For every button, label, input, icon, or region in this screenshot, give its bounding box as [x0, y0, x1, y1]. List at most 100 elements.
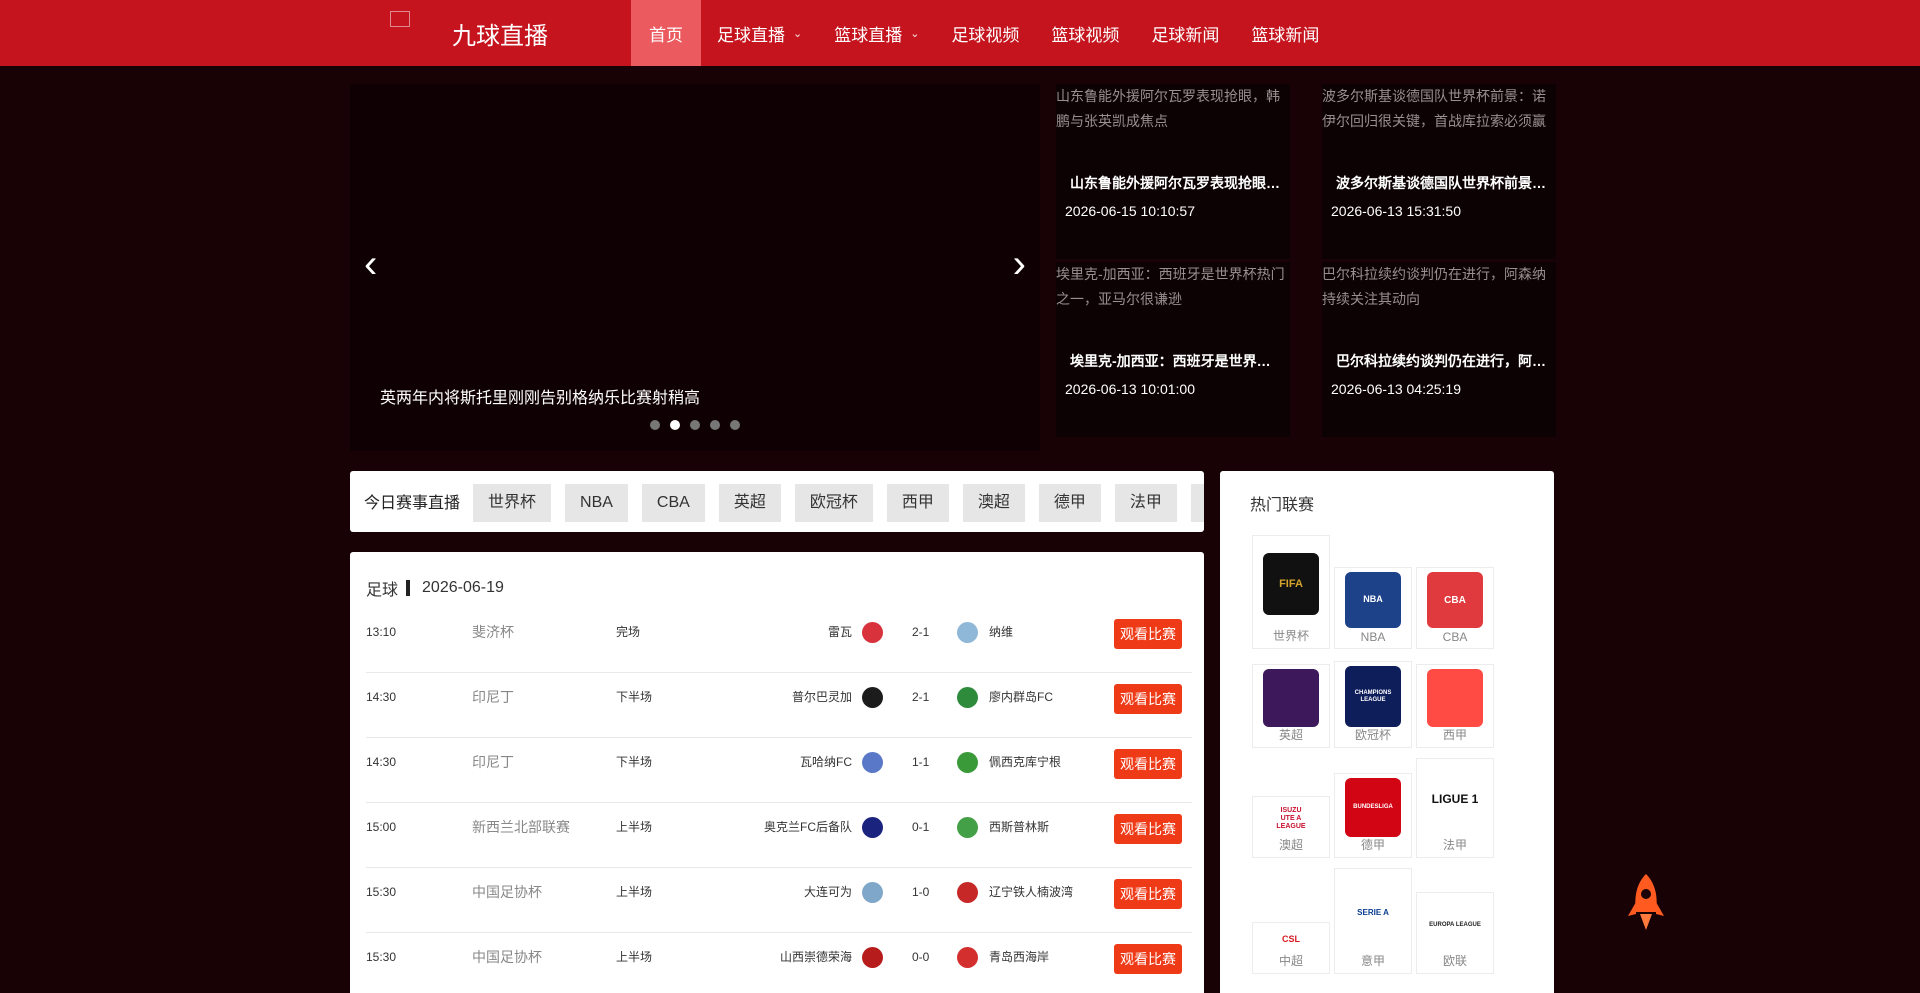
serie-a-logo: SERIE A: [1335, 873, 1411, 953]
league-chip[interactable]: 中超: [1190, 484, 1204, 522]
news-date: 2026-06-13 15:31:50: [1331, 203, 1461, 219]
league-chip[interactable]: 欧冠杯: [794, 484, 873, 522]
news-card[interactable]: 波多尔斯基谈德国队世界杯前景：诺伊尔回归很关键，首战库拉索必须赢 波多尔斯基谈德国…: [1322, 84, 1556, 259]
carousel-prev-arrow-icon[interactable]: ‹: [364, 244, 377, 284]
watch-match-button[interactable]: 观看比赛: [1114, 879, 1182, 909]
news-card[interactable]: 巴尔科拉续约谈判仍在进行，阿森纳持续关注其动向巴尔科拉续约谈判仍在进行，阿森纳持…: [1322, 262, 1556, 437]
news-image-alt-text: 巴尔科拉续约谈判仍在进行，阿森纳持续关注其动向: [1322, 266, 1546, 307]
csl-logo: CSL: [1253, 927, 1329, 953]
watch-match-button[interactable]: 观看比赛: [1114, 944, 1182, 974]
back-to-top-rocket-icon[interactable]: [1626, 872, 1666, 939]
news-card[interactable]: 埃里克-加西亚：西班牙是世界杯热门之一，亚马尔很谦逊 埃里克-加西亚：西班牙是世界…: [1056, 262, 1290, 437]
header-divider: [406, 580, 411, 596]
home-team-name: 大连可为: [803, 885, 852, 899]
match-league[interactable]: 斐济杯: [472, 608, 514, 656]
league-chip-list: 世界杯 NBA CBA 英超欧冠杯西甲澳超德甲法甲中超: [473, 484, 1204, 522]
news-card[interactable]: 山东鲁能外援阿尔瓦罗表现抢眼，韩鹏与张英凯成焦点山东鲁能外援阿尔瓦罗表现抢眼，韩…: [1056, 84, 1290, 259]
match-league[interactable]: 印尼丁: [472, 673, 514, 721]
watch-match-button[interactable]: 观看比赛: [1114, 619, 1182, 649]
home-team-name: 奥克兰FC后备队: [764, 820, 852, 834]
hot-league-item[interactable]: EUROPA LEAGUE 欧联: [1416, 892, 1494, 974]
watch-match-button[interactable]: 观看比赛: [1114, 814, 1182, 844]
league-chip[interactable]: 法甲: [1114, 484, 1177, 522]
away-team-crest-icon: [957, 687, 978, 708]
hot-league-item[interactable]: BUNDESLIGA 德甲: [1334, 773, 1412, 858]
carousel-dot[interactable]: [710, 420, 720, 430]
carousel-dot[interactable]: [670, 420, 680, 430]
watch-match-button[interactable]: 观看比赛: [1114, 684, 1182, 714]
hot-league-item[interactable]: CHAMPIONS LEAGUE 欧冠杯: [1334, 661, 1412, 748]
nav-item-5[interactable]: 足球新闻: [1135, 0, 1235, 66]
hot-league-item[interactable]: LIGUE 1 法甲: [1416, 758, 1494, 858]
news-title[interactable]: 山东鲁能外援阿尔瓦罗表现抢眼，韩鹏与张英凯成焦点: [1070, 173, 1282, 193]
away-team-crest-icon: [957, 752, 978, 773]
hot-league-item[interactable]: CBA CBA: [1416, 567, 1494, 649]
nav-item-6[interactable]: 篮球新闻: [1235, 0, 1335, 66]
home-team-crest-icon: [862, 622, 883, 643]
carousel-dot[interactable]: [730, 420, 740, 430]
match-status: 下半场: [616, 755, 653, 769]
hot-league-item[interactable]: 英超: [1252, 664, 1330, 748]
match-list-header: 足球 2026-06-19: [366, 576, 504, 600]
match-score: 0-1: [912, 820, 930, 834]
hot-league-item[interactable]: FIFA 世界杯: [1252, 535, 1330, 649]
nav-item-1[interactable]: 足球直播 ⌄: [701, 0, 818, 66]
carousel-dot[interactable]: [690, 420, 700, 430]
europa-league-logo: EUROPA LEAGUE: [1417, 897, 1493, 953]
nav-item-label: 篮球直播: [834, 25, 903, 45]
hot-league-item[interactable]: 西甲: [1416, 664, 1494, 748]
match-league[interactable]: 印尼丁: [472, 738, 514, 786]
nav-item-2[interactable]: 篮球直播 ⌄: [818, 0, 935, 66]
hot-league-name: 澳超: [1278, 838, 1303, 852]
carousel-caption[interactable]: 英两年内将斯托里刚刚告别格纳乐比赛射稍高: [380, 384, 700, 408]
league-chip[interactable]: 世界杯: [473, 484, 552, 522]
league-logo-badge: CHAMPIONS LEAGUE: [1345, 666, 1401, 727]
hero-carousel[interactable]: ‹ › 英两年内将斯托里刚刚告别格纳乐比赛射稍高: [350, 84, 1040, 451]
match-league[interactable]: 新西兰北部联赛: [472, 803, 570, 851]
league-chip[interactable]: 西甲: [886, 484, 949, 522]
news-title[interactable]: 埃里克-加西亚：西班牙是世界杯热门之一，亚马尔很谦逊: [1070, 351, 1282, 371]
nav-item-4[interactable]: 篮球视频: [1035, 0, 1135, 66]
home-team-name: 瓦哈纳FC: [800, 755, 852, 769]
league-chip[interactable]: 英超: [718, 484, 781, 522]
carousel-dot[interactable]: [650, 420, 660, 430]
match-league[interactable]: 中国足协杯: [472, 868, 542, 916]
isuzu-a-league-logo: ISUZU UTE A LEAGUE: [1253, 801, 1329, 837]
league-logo-badge: LIGUE 1: [1427, 769, 1483, 831]
league-chip[interactable]: 澳超: [962, 484, 1025, 522]
away-team-crest-icon: [957, 947, 978, 968]
news-title[interactable]: 波多尔斯基谈德国队世界杯前景：诺伊尔回归很关键，首战库拉索必须赢: [1336, 173, 1548, 193]
hot-league-item[interactable]: SERIE A 意甲: [1334, 868, 1412, 974]
watch-match-button[interactable]: 观看比赛: [1114, 749, 1182, 779]
league-logo-badge: NBA: [1345, 572, 1401, 628]
match-time: 15:00: [366, 820, 397, 834]
site-name: 九球直播: [452, 22, 548, 50]
nav-item-0[interactable]: 首页: [631, 0, 701, 66]
match-score: 2-1: [912, 690, 930, 704]
filter-title: 今日赛事直播: [364, 495, 461, 512]
league-chip[interactable]: NBA: [565, 484, 628, 522]
match-row: 15:00 新西兰北部联赛 上半场 奥克兰FC后备队 0-1 西斯普林斯 观看比赛: [366, 803, 1192, 868]
hot-league-item[interactable]: NBA NBA: [1334, 567, 1412, 649]
site-header: 九球直播 首页 足球直播 ⌄ 篮球直播 ⌄ 足球视频 篮球视频 足球新闻 篮球新闻: [0, 0, 1920, 66]
carousel-next-arrow-icon[interactable]: ›: [1013, 244, 1026, 284]
match-league[interactable]: 中国足协杯: [472, 933, 542, 981]
league-chip[interactable]: 德甲: [1038, 484, 1101, 522]
hot-league-name: CBA: [1442, 630, 1468, 644]
hot-league-item[interactable]: ISUZU UTE A LEAGUE 澳超: [1252, 796, 1330, 858]
match-status: 上半场: [616, 950, 653, 964]
hot-league-name: 英超: [1278, 728, 1303, 742]
league-chip[interactable]: CBA: [641, 484, 705, 522]
hot-league-name: 欧冠杯: [1354, 728, 1391, 742]
league-logo-badge: ISUZU UTE A LEAGUE: [1273, 801, 1309, 837]
nav-item-label: 首页: [649, 25, 683, 45]
away-team-crest-icon: [957, 882, 978, 903]
news-title[interactable]: 巴尔科拉续约谈判仍在进行，阿森纳持续关注其动向: [1336, 351, 1548, 371]
match-time: 14:30: [366, 690, 397, 704]
nav-item-3[interactable]: 足球视频: [935, 0, 1035, 66]
hot-league-item[interactable]: CSL 中超: [1252, 922, 1330, 974]
cba-logo: CBA: [1417, 572, 1493, 628]
site-logo[interactable]: 九球直播: [390, 6, 548, 60]
home-team-crest-icon: [862, 752, 883, 773]
match-score: 2-1: [912, 625, 930, 639]
